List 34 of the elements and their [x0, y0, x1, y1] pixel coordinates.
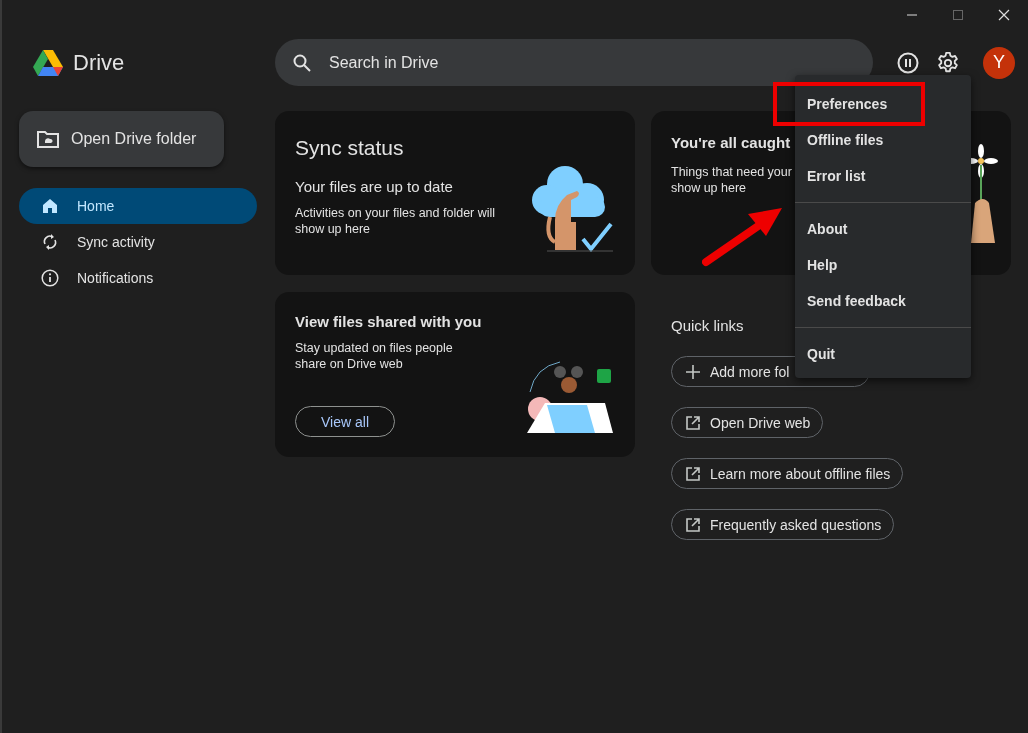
sync-icon [41, 234, 59, 250]
card-description: Activities on your files and folder will show up here [295, 205, 497, 237]
menu-item[interactable]: Offline files [795, 122, 971, 158]
app-name: Drive [73, 49, 125, 76]
account-avatar[interactable]: Y [983, 46, 1015, 79]
sidebar-item[interactable]: Notifications [19, 260, 257, 296]
card-title: View files shared with you [295, 313, 482, 330]
plus-icon [686, 364, 700, 379]
section-title: Quick links [671, 317, 745, 334]
info-icon [41, 269, 59, 287]
external-link-icon [686, 466, 700, 481]
menu-item[interactable]: Error list [795, 158, 971, 194]
maximize-icon[interactable] [952, 9, 964, 21]
card-title: Sync status [295, 136, 404, 160]
home-icon [41, 198, 59, 214]
pause-icon[interactable] [897, 51, 919, 74]
external-link-icon [686, 517, 700, 532]
card-heading: Your files are up to date [295, 178, 453, 195]
card-description: Things that need your [671, 164, 792, 180]
sidebar-item[interactable]: Home [19, 188, 257, 224]
menu-item[interactable]: Help [795, 247, 971, 283]
card-title: You're all caught [671, 134, 791, 151]
close-icon[interactable] [998, 9, 1010, 21]
menu-item[interactable]: About [795, 211, 971, 247]
menu-item[interactable]: Send feedback [795, 283, 971, 319]
sidebar-item[interactable]: Sync activity [19, 224, 257, 260]
card-description: Stay updated on files people share on Drive web [295, 340, 454, 372]
card-description: show up here [671, 180, 747, 196]
folder-icon [37, 130, 59, 148]
search-icon [293, 53, 311, 72]
external-link-icon [686, 415, 700, 430]
drive-logo-icon [33, 49, 63, 76]
open-drive-folder-button[interactable]: Open Drive folder [19, 111, 224, 167]
settings-icon[interactable] [937, 51, 959, 74]
